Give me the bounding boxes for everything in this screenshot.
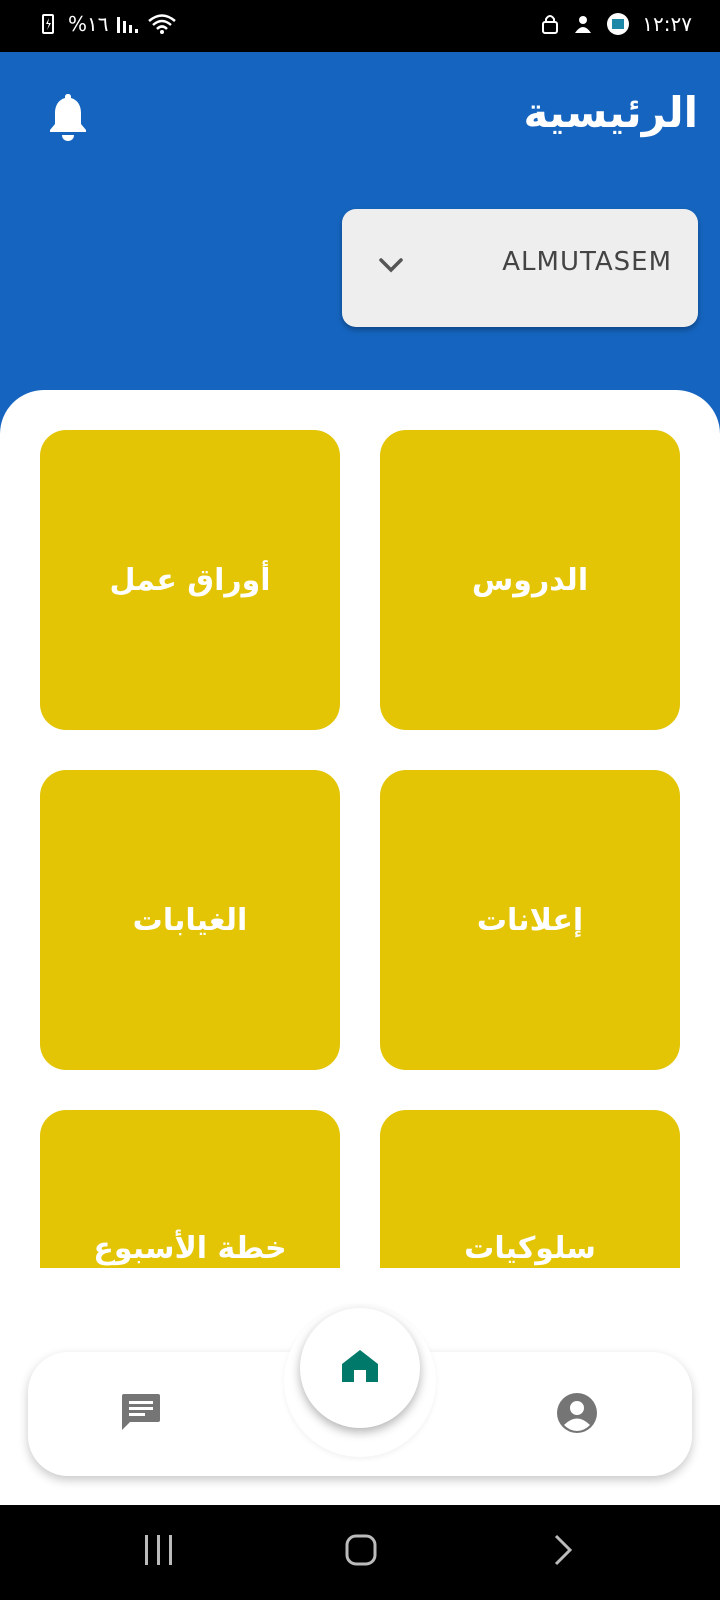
tile-worksheets[interactable]: أوراق عمل <box>40 430 340 730</box>
tile-announcements[interactable]: إعلانات <box>380 770 680 1070</box>
tile-weekly-plan[interactable]: خطة الأسبوع <box>40 1110 340 1268</box>
profile-icon[interactable] <box>556 1392 598 1434</box>
status-right: ١٢:٢٧ <box>540 12 692 36</box>
page-title: الرئيسية <box>523 88 698 137</box>
status-left: %١٦ <box>40 12 177 36</box>
tile-absences[interactable]: الغيابات <box>40 770 340 1070</box>
tile-label: إعلانات <box>476 902 584 938</box>
tile-lessons[interactable]: الدروس <box>380 430 680 730</box>
tile-behaviors[interactable]: سلوكيات <box>380 1110 680 1268</box>
tile-label: خطة الأسبوع <box>93 1230 287 1266</box>
chat-icon[interactable] <box>120 1392 162 1434</box>
school-app-icon <box>607 13 630 35</box>
wifi-icon <box>147 14 176 34</box>
battery-percent: %١٦ <box>68 12 109 36</box>
signal-icon <box>116 17 138 33</box>
system-nav-bar <box>0 1505 720 1600</box>
tile-label: سلوكيات <box>464 1230 596 1266</box>
lock-icon <box>542 15 559 34</box>
tile-grid: الدروس أوراق عمل إعلانات الغيابات سلوكيا… <box>0 390 720 1268</box>
status-bar: %١٦ ١٢:٢٧ <box>0 0 720 52</box>
chevron-down-icon <box>379 258 403 273</box>
tile-label: أوراق عمل <box>109 562 271 598</box>
home-button[interactable] <box>300 1308 420 1428</box>
header: الرئيسية ALMUTASEM <box>0 52 720 412</box>
battery-icon <box>42 14 54 34</box>
selected-account: ALMUTASEM <box>502 247 672 277</box>
home-system-icon[interactable] <box>344 1533 378 1567</box>
app-notification-icon <box>575 16 592 33</box>
bell-icon[interactable] <box>46 92 90 142</box>
back-icon[interactable] <box>552 1533 574 1567</box>
tile-label: الغيابات <box>132 902 248 938</box>
status-time: ١٢:٢٧ <box>642 12 692 36</box>
tile-label: الدروس <box>471 562 589 598</box>
home-icon <box>342 1350 378 1382</box>
recent-apps-icon[interactable] <box>143 1533 175 1567</box>
account-selector[interactable]: ALMUTASEM <box>342 209 698 327</box>
